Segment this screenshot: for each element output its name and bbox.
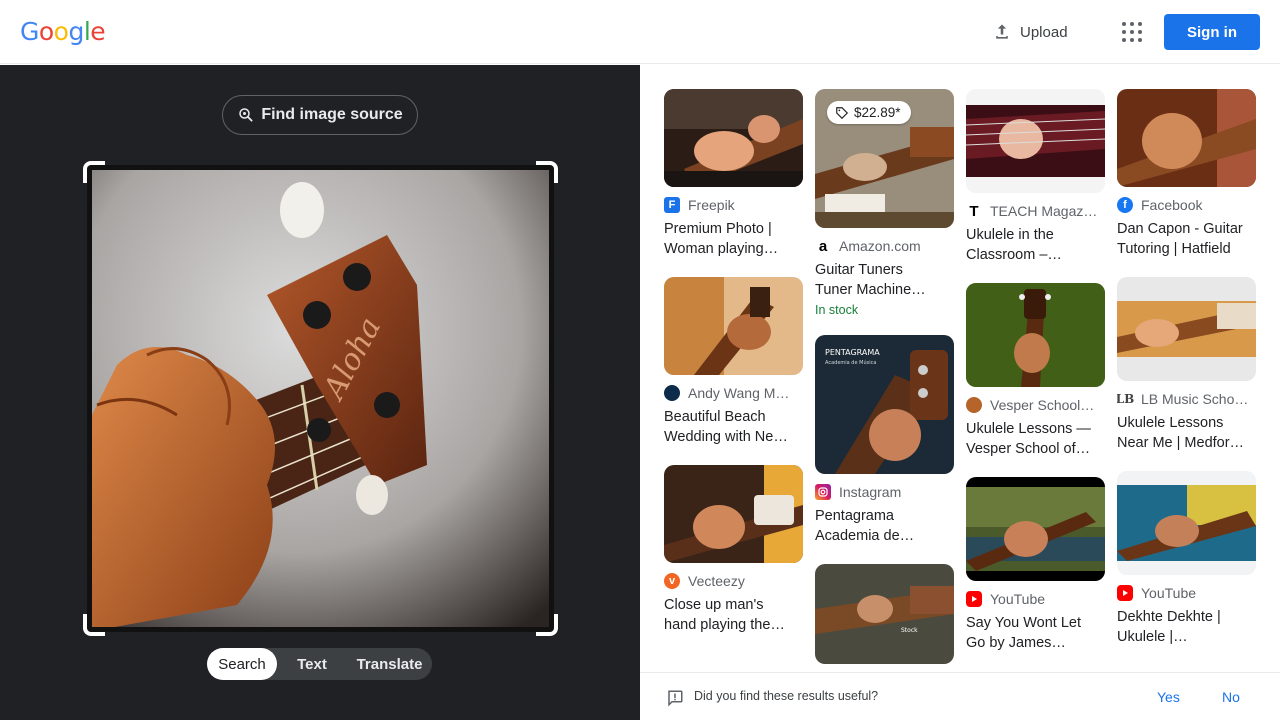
result-card[interactable]: f Facebook Dan Capon - Guitar Tutoring | H… — [1117, 89, 1256, 259]
result-card[interactable]: PENTAGRAMA Academia de Música Instagram P… — [815, 335, 954, 546]
result-source: LB Music Scho… — [1141, 391, 1249, 407]
query-image-panel: Find image source Aloha Search Text Tran… — [0, 65, 640, 720]
facebook-icon: f — [1117, 197, 1133, 213]
visual-matches-panel: F Freepik Premium Photo | Woman playing… A… — [640, 65, 1280, 720]
youtube-icon — [1117, 585, 1133, 601]
result-thumbnail[interactable] — [664, 89, 803, 187]
result-card[interactable]: Andy Wang M… Beautiful Beach Wedding with… — [664, 277, 803, 447]
result-source: TEACH Magaz… — [990, 203, 1098, 219]
vecteezy-icon: v — [664, 573, 680, 589]
result-card[interactable]: $22.89* a Amazon.com Guitar Tuners Tuner M… — [815, 89, 954, 317]
results-column: F Freepik Premium Photo | Woman playing… A… — [664, 89, 803, 653]
result-title[interactable]: Close up man's hand playing the… — [664, 595, 803, 635]
result-title[interactable]: Ukulele in the Classroom –… — [966, 225, 1105, 265]
google-logo[interactable]: Google — [20, 17, 106, 46]
lens-search-icon — [239, 108, 253, 122]
upload-label: Upload — [1020, 23, 1068, 41]
tab-search[interactable]: Search — [207, 648, 277, 680]
sign-in-button[interactable]: Sign in — [1164, 14, 1260, 50]
mode-switcher: Search Text Translate — [207, 648, 432, 680]
result-card[interactable]: T TEACH Magaz… Ukulele in the Classroom –… — [966, 89, 1105, 265]
feedback-question: Did you find these results useful? — [694, 689, 879, 703]
youtube-icon — [966, 591, 982, 607]
result-source: Amazon.com — [839, 238, 921, 254]
result-source: Vesper School… — [990, 397, 1095, 413]
feedback-icon — [668, 690, 683, 707]
top-bar: Google Upload Sign in — [0, 0, 1280, 64]
result-title[interactable]: Guitar Tuners Tuner Machine… — [815, 260, 954, 300]
result-source: Freepik — [688, 197, 735, 213]
result-card[interactable]: F Freepik Premium Photo | Woman playing… — [664, 89, 803, 259]
teach-magazine-icon: T — [966, 203, 982, 219]
result-card[interactable]: YouTube Dekhte Dekhte | Ukulele |… — [1117, 471, 1256, 647]
thumb-subcaption: Academia de Música — [825, 359, 876, 366]
apps-grid-icon[interactable] — [1120, 20, 1144, 44]
result-title[interactable]: Ukulele Lessons — Vesper School of… — [966, 419, 1105, 459]
results-column: $22.89* a Amazon.com Guitar Tuners Tuner M… — [815, 89, 954, 682]
logo-letter: G — [20, 17, 39, 46]
result-title[interactable]: Premium Photo | Woman playing… — [664, 219, 803, 259]
result-title[interactable]: Ukulele Lessons Near Me | Medfor… — [1117, 413, 1256, 453]
crop-handle-bottom-left[interactable] — [83, 614, 105, 636]
result-source: YouTube — [1141, 585, 1197, 601]
price-badge: $22.89* — [827, 101, 911, 124]
thumb-caption: Stock — [901, 627, 918, 634]
lb-music-school-icon: LB — [1117, 391, 1135, 407]
crop-handle-top-right[interactable] — [536, 161, 558, 183]
upload-button[interactable]: Upload — [992, 20, 1068, 44]
results-column: f Facebook Dan Capon - Guitar Tutoring | H… — [1117, 89, 1256, 665]
result-thumbnail[interactable] — [664, 465, 803, 563]
vesper-school-icon — [966, 397, 982, 413]
query-image[interactable]: Aloha — [87, 165, 554, 632]
result-thumbnail[interactable] — [664, 277, 803, 375]
logo-letter: o — [53, 17, 69, 46]
upload-icon — [996, 24, 1008, 39]
find-image-source-label: Find image source — [261, 106, 403, 123]
result-thumbnail[interactable] — [1117, 89, 1256, 187]
result-source: Vecteezy — [688, 573, 745, 589]
result-title[interactable]: Dekhte Dekhte | Ukulele |… — [1117, 607, 1256, 647]
crop-handle-top-left[interactable] — [83, 161, 105, 183]
tab-translate[interactable]: Translate — [347, 648, 432, 680]
freepik-icon: F — [664, 197, 680, 213]
result-thumbnail[interactable] — [1117, 277, 1256, 381]
result-card[interactable]: v Vecteezy Close up man's hand playing the… — [664, 465, 803, 635]
result-source: Andy Wang M… — [688, 385, 790, 401]
result-source: Facebook — [1141, 197, 1203, 213]
result-thumbnail[interactable]: Stock — [815, 564, 954, 664]
find-image-source-button[interactable]: Find image source — [222, 95, 418, 135]
feedback-bar: Did you find these results useful? Yes N… — [640, 672, 1280, 720]
crop-handle-bottom-right[interactable] — [536, 614, 558, 636]
result-title[interactable]: Pentagrama Academia de… — [815, 506, 954, 546]
result-thumbnail[interactable] — [966, 89, 1105, 193]
results-column: T TEACH Magaz… Ukulele in the Classroom –…… — [966, 89, 1105, 671]
andy-wang-icon — [664, 385, 680, 401]
instagram-icon — [815, 484, 831, 500]
thumb-caption: PENTAGRAMA — [825, 348, 880, 357]
result-title[interactable]: Dan Capon - Guitar Tutoring | Hatfield — [1117, 219, 1256, 259]
stock-status: In stock — [815, 303, 859, 317]
result-title[interactable]: Say You Wont Let Go by James… — [966, 613, 1105, 653]
amazon-icon: a — [815, 238, 831, 254]
result-thumbnail[interactable] — [1117, 471, 1256, 575]
feedback-yes-button[interactable]: Yes — [1157, 689, 1180, 705]
result-thumbnail[interactable] — [966, 477, 1105, 581]
logo-letter: e — [90, 17, 106, 46]
tab-text[interactable]: Text — [277, 648, 347, 680]
result-thumbnail[interactable] — [966, 283, 1105, 387]
result-card[interactable]: Vesper School… Ukulele Lessons — Vesper S… — [966, 283, 1105, 459]
logo-letter: o — [38, 17, 54, 46]
feedback-no-button[interactable]: No — [1222, 689, 1240, 705]
result-thumbnail[interactable]: PENTAGRAMA Academia de Música — [815, 335, 954, 474]
result-title[interactable]: Beautiful Beach Wedding with Ne… — [664, 407, 803, 447]
logo-letter: g — [68, 17, 84, 46]
result-card[interactable]: YouTube Say You Wont Let Go by James… — [966, 477, 1105, 653]
result-card[interactable]: Stock — [815, 564, 954, 664]
result-thumbnail[interactable]: $22.89* — [815, 89, 954, 228]
result-card[interactable]: LB LB Music Scho… Ukulele Lessons Near Me … — [1117, 277, 1256, 453]
price-tag-icon — [836, 106, 849, 119]
result-source: YouTube — [990, 591, 1046, 607]
result-source: Instagram — [839, 484, 902, 500]
